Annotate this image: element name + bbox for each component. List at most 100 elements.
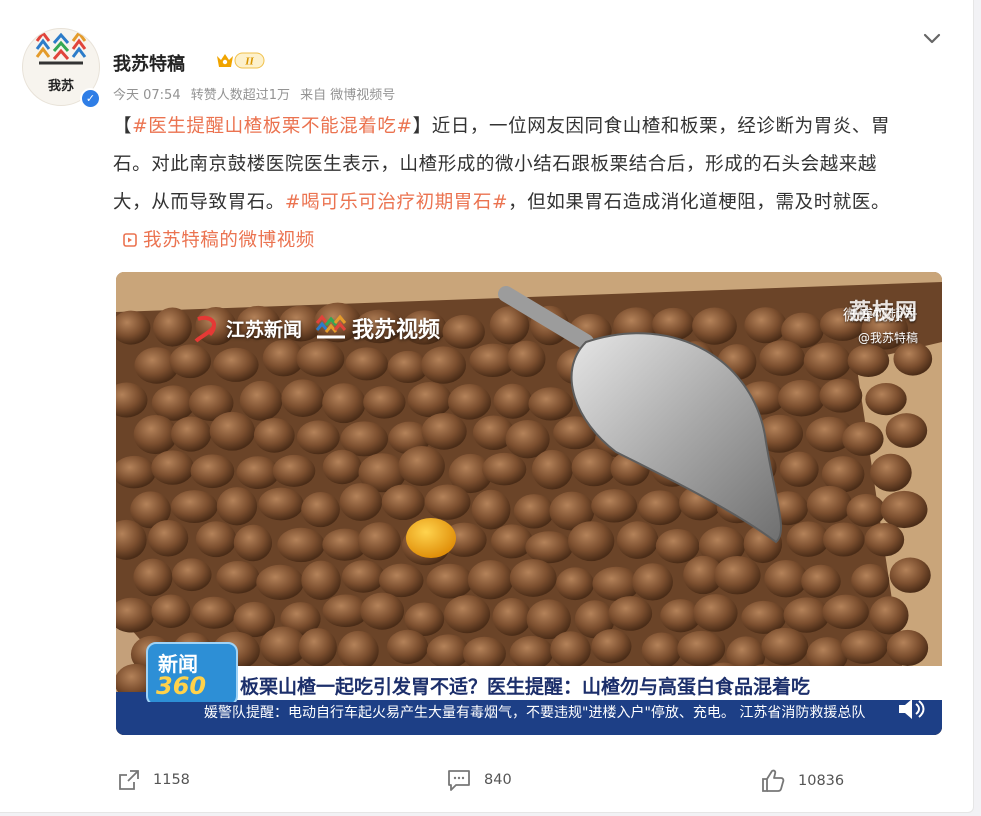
chestnut: [133, 558, 173, 597]
chestnut: [528, 387, 573, 421]
watermark-wosu-video: 我苏视频: [352, 318, 441, 343]
like-button[interactable]: 10836: [760, 768, 844, 794]
post-source[interactable]: 来自 微博视频号: [300, 88, 395, 103]
chestnut: [865, 382, 907, 416]
chestnut: [322, 449, 362, 485]
chestnut: [213, 347, 259, 382]
svg-text:II: II: [244, 56, 254, 68]
chestnut: [851, 563, 890, 598]
chestnut: [571, 448, 617, 487]
wosu-video-logo-icon: [315, 314, 347, 339]
chestnut: [337, 630, 379, 671]
post-time[interactable]: 今天 07:54: [113, 88, 181, 103]
chestnut-pile: [116, 302, 933, 711]
chestnut: [714, 555, 761, 595]
repost-icon: [119, 770, 139, 790]
watermark-jiangsu-news: 江苏新闻: [226, 318, 303, 341]
post-text: 【#医生提醒山楂板栗不能混着吃#】近日，一位网友因同食山楂和板栗，经诊断为胃炎、…: [113, 108, 913, 260]
chestnut: [322, 383, 366, 424]
like-icon: [762, 769, 785, 792]
chestnut: [192, 596, 236, 629]
chestnut: [886, 629, 929, 667]
post-text-part2: ，但如果胃石造成消化道梗阻，需及时就医。: [508, 192, 891, 213]
post-meta: 今天 07:54 转赞人数超过1万 来自 微博视频号: [113, 84, 401, 103]
chestnut: [591, 629, 632, 664]
chestnut: [296, 420, 340, 455]
chestnut: [764, 560, 808, 598]
chestnut: [819, 378, 863, 413]
video-watermark-left: 江苏新闻 我苏视频: [192, 312, 440, 344]
chestnut: [786, 521, 830, 557]
chestnut: [822, 522, 865, 557]
chestnut: [363, 385, 406, 419]
author-name[interactable]: 我苏特稿: [113, 50, 185, 76]
bracket-open: 【: [113, 116, 133, 137]
video-player[interactable]: 江苏新闻 我苏视频 荔枝网 微博视频号 @我苏特稿 板栗山楂一起吃引发胃不适？医…: [116, 272, 942, 735]
chestnut: [492, 597, 532, 636]
chestnut: [885, 413, 928, 448]
chestnut: [840, 630, 888, 664]
chevron-down-icon[interactable]: [920, 26, 944, 50]
video-link[interactable]: 我苏特稿的微博视频: [113, 230, 315, 251]
reposts-note: 转赞人数超过1万: [190, 88, 291, 103]
chestnut: [447, 384, 492, 420]
chestnut: [209, 411, 255, 451]
chestnut: [386, 629, 429, 665]
volume-icon[interactable]: [896, 696, 926, 722]
chestnut: [482, 452, 527, 486]
chestnut: [655, 528, 700, 564]
vip-badge-icon[interactable]: II: [214, 50, 266, 71]
repost-count: 1158: [153, 772, 190, 788]
chestnut: [442, 314, 485, 349]
chestnut: [133, 414, 178, 455]
chestnut: [801, 564, 841, 598]
news-headline-bar: 板栗山楂一起吃引发胃不适？医生提醒：山楂勿与高蛋白食品混着吃: [234, 666, 942, 700]
chestnut: [509, 635, 554, 670]
chestnut: [421, 412, 467, 450]
chestnut: [493, 383, 533, 419]
chestnut: [822, 594, 869, 630]
hashtag-cola-treatment[interactable]: #喝可乐可治疗初期胃石#: [285, 192, 508, 213]
chestnut: [692, 307, 737, 345]
chestnut: [421, 346, 467, 384]
chestnut: [591, 489, 638, 523]
chestnut: [426, 563, 474, 599]
news-logo-number: 360: [156, 672, 207, 700]
chestnut: [277, 527, 325, 563]
chestnut: [893, 342, 933, 376]
chestnut: [258, 487, 304, 521]
chestnut: [253, 417, 295, 453]
chestnut: [301, 491, 340, 528]
news-ticker: 媛警队提醒：电动自行车起火易产生大量有毒烟气，不要违规"进楼入户"停放、充电。 …: [116, 702, 942, 724]
hashtag-doctor-reminder[interactable]: #医生提醒山楂板栗不能混着吃#: [132, 116, 413, 137]
chestnut: [190, 454, 235, 489]
chestnut: [239, 380, 283, 421]
bracket-close: 】: [412, 116, 432, 137]
video-link-label: 我苏特稿的微博视频: [143, 230, 315, 251]
chestnut: [550, 631, 591, 669]
chestnut: [341, 560, 385, 593]
chestnut: [864, 522, 905, 557]
chestnut: [357, 522, 401, 561]
chestnut: [151, 450, 195, 485]
chestnut: [806, 485, 853, 523]
chestnut: [608, 596, 653, 631]
comment-button[interactable]: 840: [446, 768, 512, 792]
chestnut: [744, 307, 787, 344]
chestnut: [467, 560, 514, 600]
video-link-icon: [123, 233, 137, 247]
chestnut: [513, 494, 555, 529]
chestnut: [170, 490, 218, 524]
news360-logo: 新闻 360: [146, 642, 238, 706]
chestnut: [759, 340, 805, 376]
chestnut: [632, 563, 673, 601]
chestnut: [444, 595, 491, 634]
chestnut: [693, 594, 738, 632]
chestnut: [507, 340, 546, 377]
chestnut: [783, 597, 830, 633]
chestnut: [148, 519, 189, 557]
chestnut: [779, 451, 819, 487]
chestnut: [847, 344, 890, 377]
repost-button[interactable]: 1158: [117, 768, 190, 792]
chestnut: [491, 524, 533, 559]
